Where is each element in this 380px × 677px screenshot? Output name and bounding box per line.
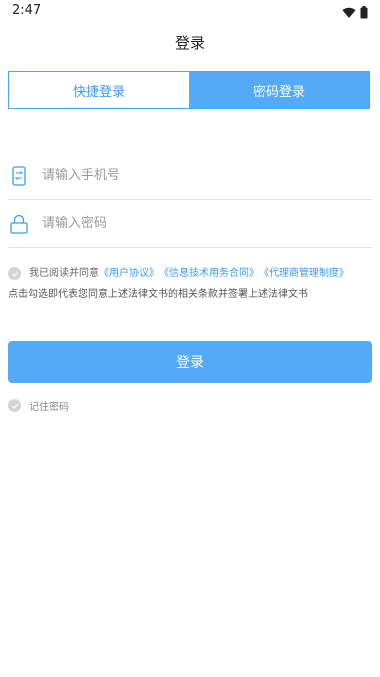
- user-agreement-link[interactable]: 《用户协议》: [99, 264, 159, 283]
- status-icons: [342, 4, 368, 23]
- agreement-note: 点击勾选即代表您同意上述法律文书的相关条款并签署上述法律文书: [8, 289, 308, 300]
- agreement-checkbox[interactable]: [8, 267, 21, 280]
- agreement-block: 我已阅读并同意 《用户协议》 《信息技术用务合同》 《代理商管理制度》 点击勾选即代表…: [8, 264, 374, 304]
- login-button[interactable]: 登录: [8, 341, 372, 383]
- phone-field: [8, 152, 372, 200]
- status-time: 2:47: [12, 3, 42, 18]
- tab-password-login[interactable]: 密码登录: [189, 72, 369, 108]
- remember-password[interactable]: 记住密码: [8, 398, 69, 413]
- password-field: [8, 200, 372, 248]
- tab-quick-login[interactable]: 快捷登录: [9, 72, 189, 108]
- agreement-prefix: 我已阅读并同意: [29, 268, 99, 279]
- page-title: 登录: [174, 34, 205, 52]
- phone-icon: [8, 165, 30, 187]
- wifi-icon: [342, 4, 356, 23]
- phone-input[interactable]: [40, 167, 344, 184]
- battery-icon: [360, 4, 368, 23]
- status-bar: 2:47: [0, 0, 380, 22]
- password-input[interactable]: [40, 215, 344, 232]
- lock-icon: [8, 213, 30, 235]
- remember-checkbox[interactable]: [8, 399, 21, 412]
- remember-label: 记住密码: [29, 402, 69, 413]
- login-tabs: 快捷登录 密码登录: [8, 71, 370, 109]
- agent-policy-link[interactable]: 《代理商管理制度》: [259, 264, 349, 283]
- service-contract-link[interactable]: 《信息技术用务合同》: [159, 264, 259, 283]
